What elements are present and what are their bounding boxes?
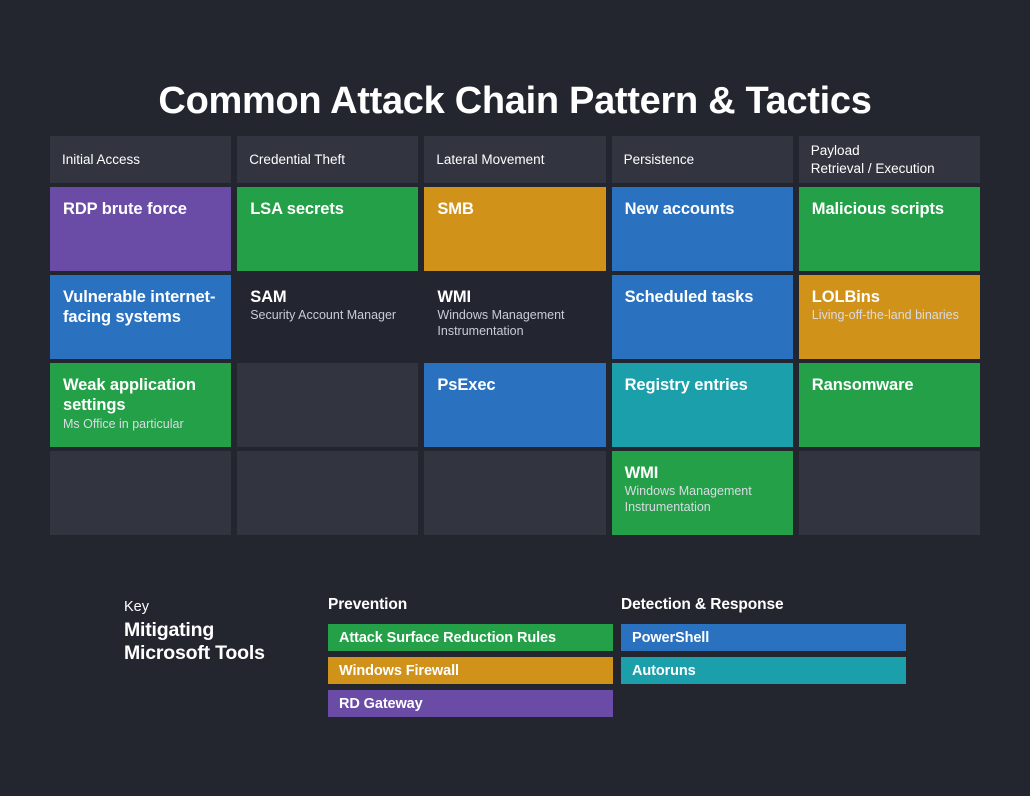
matrix-cell[interactable]: Malicious scripts	[798, 187, 980, 271]
legend-bar[interactable]: PowerShell	[621, 624, 906, 651]
matrix-cell[interactable]: LOLBins Living-off-the-land binaries	[798, 275, 980, 359]
matrix-header-label: Persistence	[623, 151, 695, 167]
matrix-cell-title: PsExec	[437, 376, 496, 394]
matrix-cell-subtitle: Windows Management Instrumentation	[624, 484, 752, 515]
matrix-cell-title: Scheduled tasks	[624, 288, 754, 306]
matrix-cell[interactable]: RDP brute force	[50, 187, 232, 271]
matrix-header-label: Credential Theft	[249, 151, 345, 167]
matrix-cell-title: Vulnerable internet-facing systems	[63, 288, 216, 327]
matrix-cell[interactable]: LSA secrets	[237, 187, 419, 271]
matrix-cell-title: RDP brute force	[63, 200, 187, 218]
matrix-cell[interactable]: Vulnerable internet-facing systems	[50, 275, 232, 359]
matrix-header-label: Retrieval / Execution	[810, 160, 935, 176]
legend-heading: Detection & Response	[621, 596, 784, 613]
matrix-cell[interactable]: WMI Windows Management Instrumentation	[611, 451, 793, 535]
matrix-cell-empty	[798, 451, 980, 535]
legend-column-detection: Detection & Response PowerShell Autoruns	[621, 596, 906, 690]
matrix-cell[interactable]: SMB	[424, 187, 606, 271]
matrix-cell[interactable]: WMI Windows Management Instrumentation	[424, 275, 606, 359]
matrix-cell-title: Registry entries	[624, 376, 748, 394]
matrix-cell[interactable]: Weak application settings Ms Office in pa…	[50, 363, 232, 447]
key-block: Key Mitigating Microsoft Tools	[124, 598, 314, 665]
matrix-cell-empty	[237, 363, 419, 447]
matrix-cell-title: SAM	[250, 288, 287, 306]
matrix-cell-subtitle: Living-off-the-land binaries	[811, 308, 959, 323]
matrix-header-2: Credential Theft	[237, 136, 419, 183]
matrix-cell-title: Weak application settings	[63, 376, 196, 415]
matrix-cell-title: Ransomware	[811, 376, 914, 394]
legend-bar[interactable]: RD Gateway	[328, 690, 613, 717]
matrix-cell-subtitle: Ms Office in particular	[63, 416, 184, 431]
matrix-cell[interactable]: Ransomware	[798, 363, 980, 447]
legend-bar[interactable]: Attack Surface Reduction Rules	[328, 624, 613, 651]
matrix-cell[interactable]: PsExec	[424, 363, 606, 447]
matrix-cell[interactable]: New accounts	[611, 187, 793, 271]
matrix-header-3: Lateral Movement	[424, 136, 606, 183]
matrix-header-label: Payload	[810, 143, 860, 159]
legend-heading: Prevention	[328, 596, 408, 613]
matrix-header-1: Initial Access	[50, 136, 232, 183]
key-title: Mitigating Microsoft Tools	[124, 618, 265, 664]
matrix-cell-title: Malicious scripts	[811, 200, 944, 218]
matrix-cell-title: WMI	[437, 288, 471, 306]
matrix-cell[interactable]: SAM Security Account Manager	[237, 275, 419, 359]
matrix-cell-empty	[50, 451, 232, 535]
matrix-cell-title: SMB	[437, 200, 474, 218]
matrix-cell-title: LOLBins	[811, 288, 880, 306]
matrix-cell-title: LSA secrets	[250, 200, 344, 218]
matrix-header-label: Lateral Movement	[436, 151, 545, 167]
key-label: Key	[124, 599, 149, 615]
matrix-cell-empty	[424, 451, 606, 535]
matrix-cell-subtitle: Windows Management Instrumentation	[437, 308, 565, 339]
matrix-cell[interactable]: Scheduled tasks	[611, 275, 793, 359]
page-title: Common Attack Chain Pattern & Tactics	[158, 80, 872, 123]
legend-section: Key Mitigating Microsoft Tools Prevention…	[0, 596, 1030, 726]
legend-bar[interactable]: Windows Firewall	[328, 657, 613, 684]
legend-bar[interactable]: Autoruns	[621, 657, 906, 684]
attack-chain-matrix: Initial Access Credential Theft Lateral Mo…	[50, 136, 980, 535]
legend-column-prevention: Prevention Attack Surface Reduction Rules…	[328, 596, 613, 723]
matrix-header-4: Persistence	[611, 136, 793, 183]
matrix-cell-title: New accounts	[624, 200, 735, 218]
matrix-cell[interactable]: Registry entries	[611, 363, 793, 447]
matrix-header-label: Initial Access	[62, 151, 141, 167]
matrix-cell-subtitle: Security Account Manager	[250, 308, 397, 323]
matrix-cell-empty	[237, 451, 419, 535]
matrix-header-5: Payload Retrieval / Execution	[798, 136, 980, 183]
matrix-cell-title: WMI	[624, 464, 659, 482]
